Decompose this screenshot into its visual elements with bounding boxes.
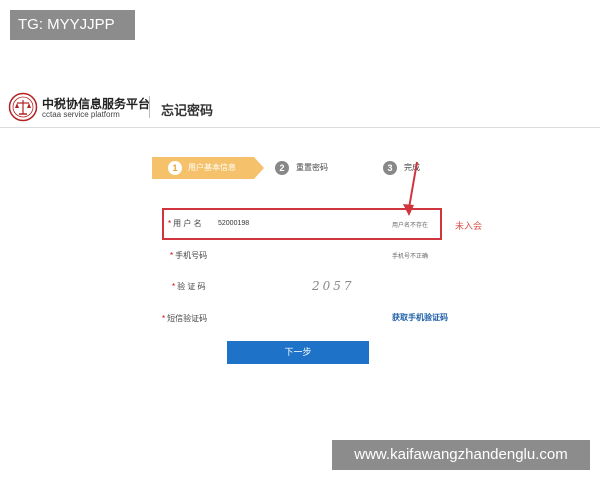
- tg-label-badge: TG: MYYJJPP: [10, 10, 135, 40]
- captcha-input[interactable]: [220, 281, 310, 293]
- membership-note: 未入会: [455, 221, 483, 231]
- next-step-button[interactable]: 下一步: [227, 341, 369, 364]
- sms-label: * 短信验证码: [162, 314, 208, 323]
- username-hint: 用户名不存在: [392, 223, 429, 229]
- cctaa-logo-icon: [8, 92, 38, 122]
- step-1-label: 用户基本信息: [188, 163, 236, 172]
- username-label: * 用 户 名: [168, 219, 202, 228]
- step-2-number: 2: [275, 161, 289, 175]
- header-rule: [0, 127, 600, 128]
- phone-hint: 手机号不正确: [392, 254, 429, 260]
- phone-row: * 手机号码 手机号不正确: [160, 245, 480, 275]
- captcha-image[interactable]: 2057: [312, 279, 358, 295]
- sms-input[interactable]: [220, 313, 380, 325]
- page-title: 忘记密码: [161, 103, 214, 118]
- username-input[interactable]: 52000198: [218, 220, 249, 227]
- header-divider: [149, 96, 150, 118]
- captcha-label: * 验 证 码: [172, 282, 206, 291]
- brand-name-en: cctaa service platform: [42, 110, 120, 119]
- step-2-label: 重置密码: [296, 163, 328, 172]
- phone-label: * 手机号码: [170, 251, 208, 260]
- username-row: * 用 户 名 52000198 用户名不存在: [160, 210, 480, 240]
- phone-input[interactable]: [220, 250, 380, 262]
- step-1-number: 1: [168, 161, 182, 175]
- get-sms-code-link[interactable]: 获取手机验证码: [392, 312, 448, 323]
- site-watermark: www.kaifawangzhandenglu.com: [332, 440, 590, 470]
